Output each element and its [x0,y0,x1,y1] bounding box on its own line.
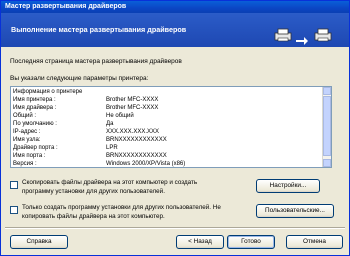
title-bar[interactable]: Мастер развертывания драйверов [1,1,349,13]
back-button[interactable]: < Назад [176,235,224,249]
list-item: Имя драйвера : Brother MFC-XXXX [13,105,159,111]
help-button[interactable]: Справка [10,235,68,249]
params-label: Вы указали следующие параметры принтера: [10,75,149,82]
list-item: Версия : Windows 2000/XP/Vista (x86) [13,161,186,167]
scroll-thumb[interactable] [323,96,331,156]
cancel-button[interactable]: Отмена [286,235,343,249]
printer-icon [274,28,292,42]
wizard-header: Выполнение мастера развертывания драйвер… [1,13,349,47]
list-item: Имя принтера : Brother MFC-XXXX [13,97,159,103]
arrow-right-icon [296,37,308,45]
window-title: Мастер развертывания драйверов [5,3,127,10]
scroll-down-button[interactable] [323,159,331,167]
finish-button[interactable]: Готово [227,235,275,249]
header-title: Выполнение мастера развертывания драйвер… [11,25,187,34]
params-listbox[interactable]: Информация о принтере Имя принтера : Brot… [10,86,332,168]
network-printer-icon [314,28,332,42]
divider [5,227,345,229]
list-item: Имя узла: BRNXXXXXXXXXXXX [13,137,167,143]
copy-files-checkbox[interactable] [10,181,18,189]
create-installer-checkbox[interactable] [10,206,18,214]
wizard-window: Мастер развертывания драйверов Выполнени… [0,0,350,256]
list-item: IP-адрес : XXX.XXX.XXX.XXX [13,129,160,135]
copy-files-label: Скопировать файлы драйвера на этот компь… [22,179,198,195]
list-item: Имя порта : BRNXXXXXXXXXXXX [13,153,167,159]
list-item: По умолчанию : Да [13,121,114,127]
list-item: Драйвер порта : LPR [13,145,118,151]
subtitle: Последняя страница мастера развертывания… [10,58,182,65]
scrollbar[interactable] [322,87,331,167]
list-item: Информация о принтере [13,89,83,95]
settings-button[interactable]: Настройки... [256,179,320,193]
scroll-up-button[interactable] [323,87,331,95]
list-item: Общий : Не общий [13,113,134,119]
create-installer-label: Только создать программу установки для д… [22,204,221,220]
custom-button[interactable]: Пользовательские... [256,204,334,218]
